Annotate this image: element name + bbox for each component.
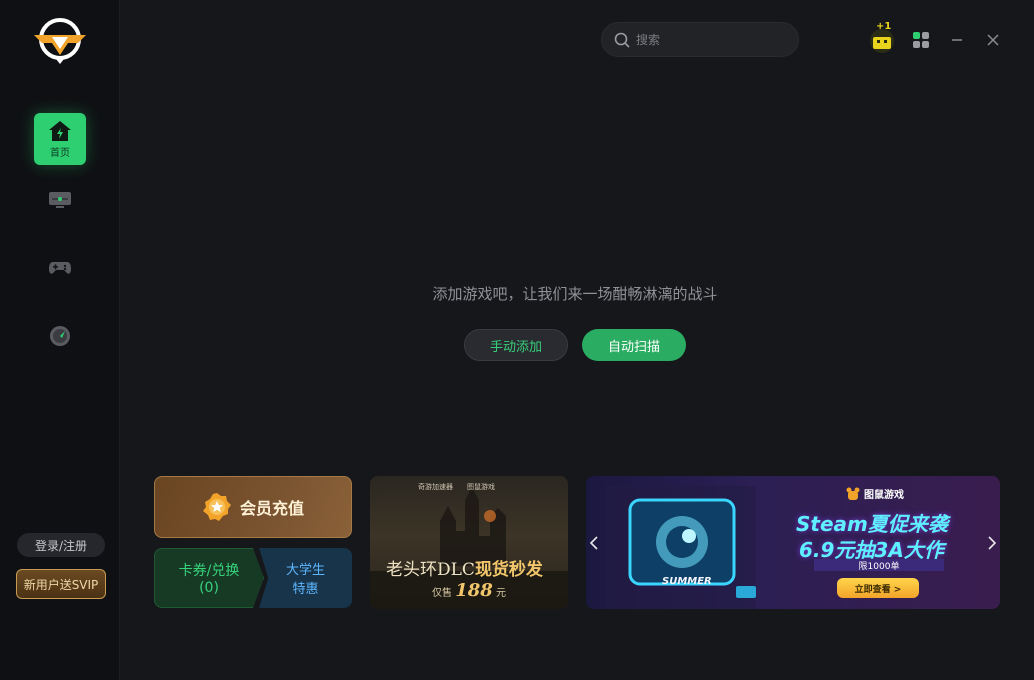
coupon-count: (0) (199, 580, 219, 596)
elden-ring-dlc-banner[interactable]: 奇游加速器 图鼠游戏 老头环DLC现货秒发 仅售 188 元 (370, 476, 568, 609)
search-box[interactable] (601, 22, 799, 57)
monitor-icon (49, 192, 71, 208)
home-icon (49, 120, 71, 141)
search-input[interactable] (636, 32, 776, 47)
steam-summer-sale-banner[interactable]: SUMMER 图鼠游戏 Steam夏促来袭 6.9元抽3A大作 限1000单 立… (586, 476, 1000, 609)
sidebar: 首页 登录/注册 新用户送SVIP (0, 0, 120, 680)
login-button[interactable]: 登录/注册 (17, 533, 105, 557)
steam-monitor-artwork-icon (606, 486, 756, 609)
minimize-icon (952, 39, 962, 41)
banner2-summer-text: SUMMER (662, 576, 712, 587)
chevron-right-icon (988, 536, 997, 550)
coupon-redeem-card[interactable]: 卡券/兑换 (0) (154, 548, 264, 608)
banner2-limit: 限1000单 (814, 559, 944, 572)
auto-scan-button[interactable]: 自动扫描 (582, 329, 686, 361)
search-icon (614, 32, 630, 48)
student-discount-card[interactable]: 大学生 特惠 (259, 548, 352, 608)
banner1-price-suffix: 元 (495, 588, 506, 599)
banner1-price-prefix: 仅售 (432, 588, 452, 599)
banner1-price: 188 (455, 580, 493, 601)
speedometer-icon (50, 326, 70, 346)
banner1-brand-left: 奇游加速器 (418, 483, 453, 491)
chevron-left-icon (589, 536, 598, 550)
student-label: 大学生 (285, 563, 325, 578)
empty-state-message: 添加游戏吧，让我们来一场酣畅淋漓的战斗 (432, 285, 718, 303)
gift-button[interactable]: +1 (868, 21, 896, 54)
banner2-brand: 图鼠游戏 (864, 490, 904, 501)
app-window: 首页 登录/注册 新用户送SVIP 搜索 +1 添加游戏吧，让我们来一场酣畅淋漓… (0, 0, 1034, 680)
sidebar-item-speed[interactable] (34, 310, 86, 362)
banner1-brand-right: 图鼠游戏 (467, 483, 495, 491)
app-logo-icon (32, 15, 88, 65)
vip-recharge-card[interactable]: 会员充值 (154, 476, 352, 538)
svip-promo-button[interactable]: 新用户送SVIP (16, 569, 106, 599)
apps-button[interactable] (909, 28, 933, 52)
banner2-line1: Steam夏促来袭 (796, 512, 948, 536)
close-button[interactable] (981, 28, 1005, 52)
manual-add-button[interactable]: 手动添加 (464, 329, 568, 361)
gift-badge: +1 (876, 21, 892, 32)
sidebar-item-label: 首页 (50, 147, 70, 159)
carousel-prev-button[interactable] (586, 520, 602, 566)
apps-grid-icon (913, 32, 929, 48)
coupon-label: 卡券/兑换 (178, 563, 240, 579)
mouse-brand-icon (846, 487, 860, 500)
gamepad-icon (49, 262, 71, 274)
sidebar-item-home[interactable]: 首页 (34, 113, 86, 165)
sidebar-item-network[interactable] (34, 174, 86, 226)
student-sublabel: 特惠 (292, 582, 319, 597)
banner1-headline-b: 现货秒发 (474, 560, 543, 580)
carousel-next-button[interactable] (984, 520, 1000, 566)
close-icon (987, 34, 999, 46)
banner2-cta-button[interactable]: 立即查看 > (837, 578, 919, 598)
vip-badge-icon (202, 493, 231, 521)
vip-card-title: 会员充值 (239, 499, 304, 518)
banner1-headline-a: 老头环DLC (386, 560, 475, 580)
minimize-button[interactable] (945, 28, 969, 52)
